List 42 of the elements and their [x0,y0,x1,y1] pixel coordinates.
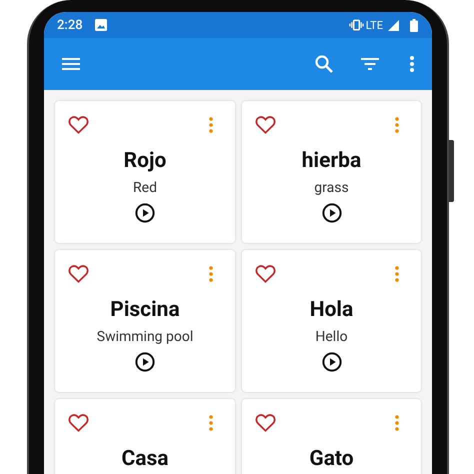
word-card[interactable]: Casa [55,399,235,474]
translation-text: grass [314,179,349,197]
clock: 2:28 [57,18,83,32]
heart-icon[interactable] [255,413,276,432]
signal-icon [388,20,399,30]
heart-icon[interactable] [68,413,89,432]
word-card[interactable]: Rojo Red [55,101,235,243]
image-icon [94,19,107,31]
play-icon[interactable] [135,203,155,223]
heart-icon[interactable] [68,115,89,134]
more-icon[interactable] [395,266,399,282]
translation-text: Swimming pool [96,328,194,346]
filter-icon[interactable] [361,58,379,70]
word-title: Casa [121,446,168,472]
translation-text: Hello [315,328,348,346]
word-title: Hola [310,297,354,323]
battery-icon [410,18,418,32]
heart-icon[interactable] [255,264,276,283]
heart-icon[interactable] [255,115,276,134]
more-icon[interactable] [410,56,414,72]
word-card[interactable]: Piscina Swimming pool [55,250,235,392]
vibrate-icon [348,19,364,31]
network-label: LTE [366,18,383,32]
more-icon[interactable] [209,116,213,132]
word-card[interactable]: hierba grass [242,101,421,243]
word-title: Piscina [110,297,180,323]
word-card[interactable]: Gato [242,399,421,474]
word-title: Rojo [124,148,166,174]
heart-icon[interactable] [68,264,89,283]
word-card[interactable]: Hola Hello [242,250,421,392]
more-icon[interactable] [395,116,399,132]
more-icon[interactable] [209,414,213,430]
translation-text: Red [133,179,157,197]
play-icon[interactable] [135,352,155,372]
search-icon[interactable] [315,55,333,73]
more-icon[interactable] [209,266,213,282]
more-icon[interactable] [395,414,399,430]
menu-icon[interactable] [62,58,80,70]
play-icon[interactable] [322,203,342,223]
word-title: hierba [302,148,362,174]
word-title: Gato [309,446,354,472]
play-icon[interactable] [322,352,342,372]
